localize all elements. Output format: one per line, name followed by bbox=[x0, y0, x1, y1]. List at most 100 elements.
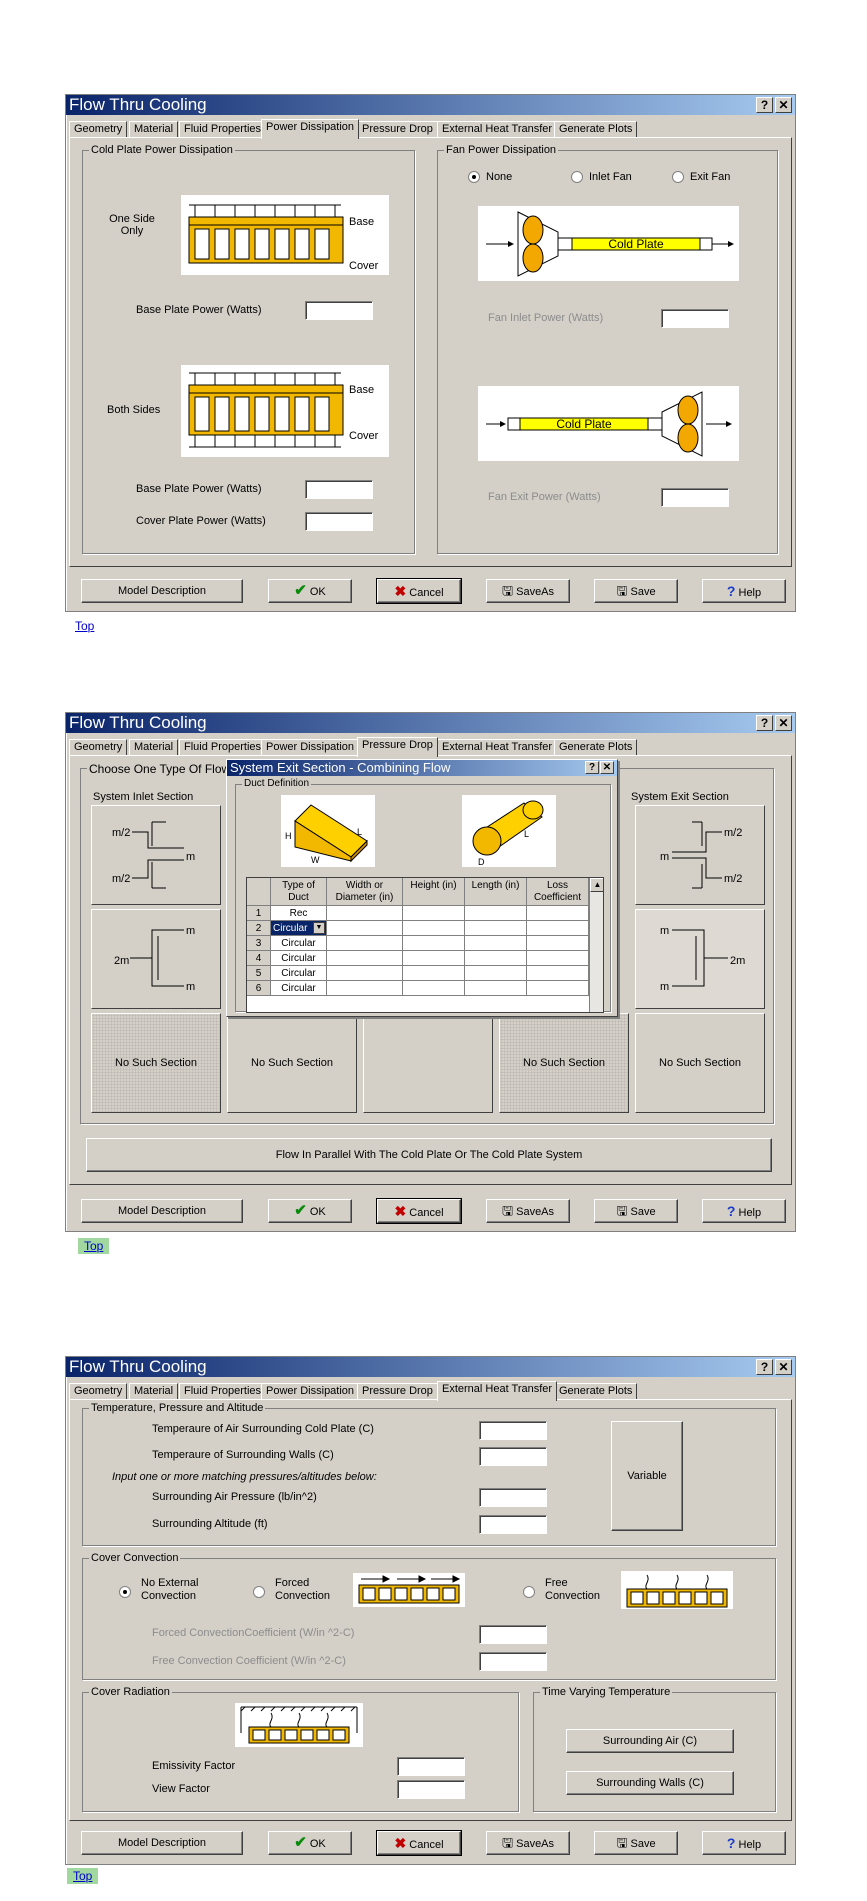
help-button-2[interactable]: ? Help bbox=[702, 1199, 786, 1223]
tab-geometry[interactable]: Geometry bbox=[69, 121, 128, 138]
close-title-button[interactable]: ✕ bbox=[775, 97, 792, 113]
inlet-split-flow-cell[interactable]: 2m m m bbox=[91, 909, 221, 1009]
fan-exit-power-input[interactable] bbox=[661, 488, 729, 507]
grid-cell[interactable] bbox=[403, 936, 465, 951]
no-such-section-cell-1[interactable]: No Such Section bbox=[91, 1013, 221, 1113]
grid-cell[interactable] bbox=[527, 936, 589, 951]
forced-coef-input[interactable] bbox=[479, 1625, 547, 1644]
no-such-section-cell-4[interactable]: No Such Section bbox=[635, 1013, 765, 1113]
help-title-button-3[interactable]: ? bbox=[756, 1359, 773, 1375]
duct-grid[interactable]: Type of Duct Width or Diameter (in) Heig… bbox=[246, 877, 604, 1013]
tab-power-dissipation-2[interactable]: Power Dissipation bbox=[261, 739, 360, 756]
tab-generate-plots-2[interactable]: Generate Plots bbox=[554, 739, 638, 756]
grid-cell[interactable] bbox=[327, 921, 403, 936]
ok-button-3[interactable]: ✔ OK bbox=[268, 1831, 352, 1855]
grid-cell[interactable] bbox=[403, 966, 465, 981]
view-factor-input[interactable] bbox=[397, 1780, 465, 1799]
ok-button-2[interactable]: ✔ OK bbox=[268, 1199, 352, 1223]
variable-button[interactable]: Variable bbox=[611, 1421, 683, 1531]
exit-combining-flow-cell[interactable]: m m/2 m/2 bbox=[635, 805, 765, 905]
grid-cell[interactable] bbox=[403, 921, 465, 936]
grid-cell[interactable] bbox=[403, 981, 465, 996]
duct-type-cell[interactable]: Circular bbox=[271, 951, 327, 966]
tab-pressure-drop-3[interactable]: Pressure Drop bbox=[357, 1383, 438, 1400]
grid-cell[interactable] bbox=[403, 951, 465, 966]
help-button-3[interactable]: ? Help bbox=[702, 1831, 786, 1855]
ok-button[interactable]: ✔ OK bbox=[268, 579, 352, 603]
fan-none-radio[interactable] bbox=[468, 171, 480, 183]
tab-fluid-properties[interactable]: Fluid Properties bbox=[179, 121, 267, 138]
tab-external-heat-transfer-2[interactable]: External Heat Transfer bbox=[437, 739, 558, 756]
temp-walls-input[interactable] bbox=[479, 1447, 547, 1466]
fan-inlet-power-input[interactable] bbox=[661, 309, 729, 328]
tab-material-3[interactable]: Material bbox=[129, 1383, 179, 1400]
free-coef-input[interactable] bbox=[479, 1652, 547, 1671]
model-description-button-3[interactable]: Model Description bbox=[81, 1831, 243, 1855]
fan-exit-radio[interactable] bbox=[672, 171, 684, 183]
model-description-button[interactable]: Model Description bbox=[81, 579, 243, 603]
help-title-button[interactable]: ? bbox=[756, 97, 773, 113]
tab-power-dissipation-3[interactable]: Power Dissipation bbox=[261, 1383, 360, 1400]
save-button[interactable]: 🖫 Save bbox=[594, 579, 678, 603]
dropdown-arrow-icon[interactable]: ▼ bbox=[313, 922, 325, 934]
tab-fluid-properties-2[interactable]: Fluid Properties bbox=[179, 739, 267, 756]
top-link-3[interactable]: Top bbox=[67, 1868, 99, 1884]
tab-geometry-3[interactable]: Geometry bbox=[69, 1383, 128, 1400]
popup-close-button[interactable]: ✕ bbox=[600, 761, 614, 774]
tab-pressure-drop[interactable]: Pressure Drop bbox=[357, 121, 438, 138]
tab-pressure-drop-2[interactable]: Pressure Drop bbox=[357, 737, 438, 757]
inlet-dividing-flow-cell[interactable]: m/2 m/2 m bbox=[91, 805, 221, 905]
help-button[interactable]: ? Help bbox=[702, 579, 786, 603]
exit-merge-flow-cell[interactable]: m m 2m bbox=[635, 909, 765, 1009]
saveas-button-2[interactable]: 🖫 SaveAs bbox=[486, 1199, 570, 1223]
no-external-radio[interactable] bbox=[119, 1586, 131, 1598]
no-such-section-cell-2[interactable]: No Such Section bbox=[227, 1013, 357, 1113]
save-button-2[interactable]: 🖫 Save bbox=[594, 1199, 678, 1223]
tab-material-2[interactable]: Material bbox=[129, 739, 179, 756]
grid-cell[interactable] bbox=[327, 981, 403, 996]
base-plate-power-input-2[interactable] bbox=[305, 480, 373, 499]
tab-power-dissipation[interactable]: Power Dissipation bbox=[261, 119, 360, 139]
grid-cell[interactable] bbox=[465, 951, 527, 966]
tab-geometry-2[interactable]: Geometry bbox=[69, 739, 128, 756]
base-plate-power-input-1[interactable] bbox=[305, 301, 373, 320]
forced-radio[interactable] bbox=[253, 1586, 265, 1598]
altitude-input[interactable] bbox=[479, 1515, 547, 1534]
grid-scrollbar[interactable]: ▲ bbox=[589, 878, 603, 1012]
grid-cell[interactable] bbox=[465, 981, 527, 996]
top-link-1[interactable]: Top bbox=[75, 619, 94, 633]
cancel-button[interactable]: ✖ Cancel bbox=[376, 578, 462, 604]
grid-cell[interactable] bbox=[465, 906, 527, 921]
emissivity-input[interactable] bbox=[397, 1757, 465, 1776]
scroll-up-icon[interactable]: ▲ bbox=[590, 878, 603, 892]
model-description-button-2[interactable]: Model Description bbox=[81, 1199, 243, 1223]
grid-cell[interactable] bbox=[465, 966, 527, 981]
duct-type-cell[interactable]: Rec bbox=[271, 906, 327, 921]
free-radio[interactable] bbox=[523, 1586, 535, 1598]
temp-air-input[interactable] bbox=[479, 1421, 547, 1440]
grid-cell[interactable] bbox=[403, 906, 465, 921]
duct-type-cell[interactable]: Circular bbox=[271, 981, 327, 996]
grid-cell[interactable] bbox=[527, 981, 589, 996]
duct-type-cell[interactable]: Circular bbox=[271, 936, 327, 951]
grid-cell[interactable] bbox=[527, 906, 589, 921]
help-title-button-2[interactable]: ? bbox=[756, 715, 773, 731]
grid-cell[interactable] bbox=[327, 966, 403, 981]
cover-plate-power-input[interactable] bbox=[305, 512, 373, 531]
grid-cell[interactable] bbox=[327, 951, 403, 966]
duct-type-cell[interactable]: Circular bbox=[271, 966, 327, 981]
tab-external-heat-transfer-3[interactable]: External Heat Transfer bbox=[437, 1381, 558, 1401]
tab-external-heat-transfer[interactable]: External Heat Transfer bbox=[437, 121, 558, 138]
popup-help-button[interactable]: ? bbox=[585, 761, 599, 774]
grid-cell[interactable] bbox=[527, 921, 589, 936]
grid-cell[interactable] bbox=[465, 921, 527, 936]
surrounding-air-button[interactable]: Surrounding Air (C) bbox=[566, 1729, 734, 1753]
close-title-button-3[interactable]: ✕ bbox=[775, 1359, 792, 1375]
saveas-button[interactable]: 🖫 SaveAs bbox=[486, 579, 570, 603]
grid-cell[interactable] bbox=[327, 906, 403, 921]
grid-cell[interactable] bbox=[327, 936, 403, 951]
duct-type-combo[interactable]: Circular ▼ bbox=[271, 921, 327, 936]
no-such-section-cell-3[interactable]: No Such Section bbox=[499, 1013, 629, 1113]
surrounding-walls-button[interactable]: Surrounding Walls (C) bbox=[566, 1771, 734, 1795]
tab-generate-plots-3[interactable]: Generate Plots bbox=[554, 1383, 638, 1400]
